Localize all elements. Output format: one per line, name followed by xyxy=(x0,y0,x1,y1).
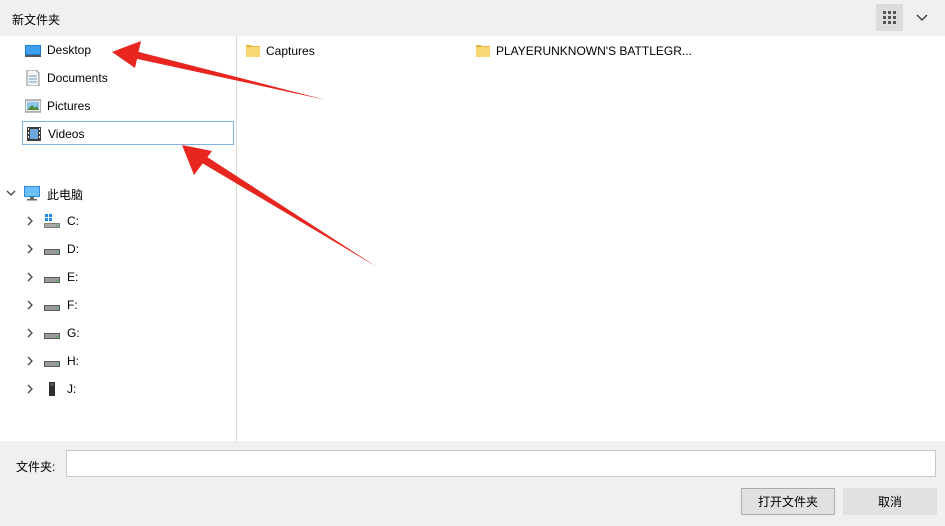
file-list: Captures PLAYERUNKNOWN'S BATTLEGR... xyxy=(237,36,945,441)
nav-item-label: Pictures xyxy=(47,99,91,113)
drive-icon xyxy=(44,333,60,339)
chevron-down-icon[interactable] xyxy=(5,186,17,200)
nav-item-documents[interactable]: Documents xyxy=(22,66,234,90)
nav-item-label: J: xyxy=(67,382,77,396)
pictures-icon xyxy=(25,99,41,113)
nav-item-label: H: xyxy=(67,354,79,368)
chevron-right-icon[interactable] xyxy=(24,354,36,368)
nav-item-label: Videos xyxy=(48,127,85,141)
chevron-right-icon[interactable] xyxy=(24,298,36,312)
title-bar: 新文件夹 xyxy=(0,0,945,37)
folder-name: PLAYERUNKNOWN'S BATTLEGR... xyxy=(496,44,692,58)
chevron-right-icon[interactable] xyxy=(24,326,36,340)
nav-item-label: Documents xyxy=(47,71,108,85)
chevron-right-icon[interactable] xyxy=(24,214,36,228)
nav-item-drive-c[interactable]: C: xyxy=(0,209,236,233)
open-folder-button[interactable]: 打开文件夹 xyxy=(741,488,835,515)
nav-item-label: C: xyxy=(67,214,79,228)
nav-item-label: G: xyxy=(67,326,80,340)
desktop-icon xyxy=(25,45,41,57)
folder-field-label: 文件夹: xyxy=(16,460,56,474)
chevron-right-icon[interactable] xyxy=(24,270,36,284)
nav-item-drive-j[interactable]: J: xyxy=(0,377,236,401)
nav-item-pictures[interactable]: Pictures xyxy=(22,94,234,118)
drive-icon xyxy=(44,249,60,255)
windows-drive-icon xyxy=(44,214,60,228)
documents-icon xyxy=(26,70,40,86)
folder-icon xyxy=(246,45,260,57)
drive-icon xyxy=(44,277,60,283)
dialog-footer: 文件夹: 打开文件夹 取消 xyxy=(0,441,945,526)
navigation-pane: Desktop Documents Pictures Videos 此电脑 C:… xyxy=(0,36,237,441)
nav-item-desktop[interactable]: Desktop xyxy=(22,38,234,62)
computer-icon xyxy=(24,186,40,201)
cancel-button[interactable]: 取消 xyxy=(843,488,937,515)
nav-item-label: F: xyxy=(67,298,78,312)
folder-item-pubg[interactable]: PLAYERUNKNOWN'S BATTLEGR... xyxy=(476,38,716,62)
nav-item-label: 此电脑 xyxy=(47,188,84,202)
nav-item-label: D: xyxy=(67,242,79,256)
nav-item-drive-d[interactable]: D: xyxy=(0,237,236,261)
usb-drive-icon xyxy=(49,382,55,396)
nav-item-drive-e[interactable]: E: xyxy=(0,265,236,289)
grid-view-icon xyxy=(882,10,896,24)
videos-icon xyxy=(27,127,41,141)
nav-item-drive-f[interactable]: F: xyxy=(0,293,236,317)
drive-icon xyxy=(44,305,60,311)
window-title: 新文件夹 xyxy=(12,13,61,27)
folder-item-captures[interactable]: Captures xyxy=(246,38,466,62)
nav-item-drive-h[interactable]: H: xyxy=(0,349,236,373)
folder-name: Captures xyxy=(266,44,315,58)
folder-icon xyxy=(476,45,490,57)
chevron-right-icon[interactable] xyxy=(24,242,36,256)
folder-path-input[interactable] xyxy=(66,450,936,477)
nav-item-videos[interactable]: Videos xyxy=(22,121,234,145)
nav-item-label: E: xyxy=(67,270,79,284)
chevron-down-icon[interactable] xyxy=(915,11,929,25)
chevron-right-icon[interactable] xyxy=(24,382,36,396)
view-options-button[interactable] xyxy=(876,4,903,31)
drive-icon xyxy=(44,361,60,367)
nav-item-this-pc[interactable]: 此电脑 xyxy=(0,181,236,205)
nav-item-drive-g[interactable]: G: xyxy=(0,321,236,345)
nav-item-label: Desktop xyxy=(47,43,92,57)
